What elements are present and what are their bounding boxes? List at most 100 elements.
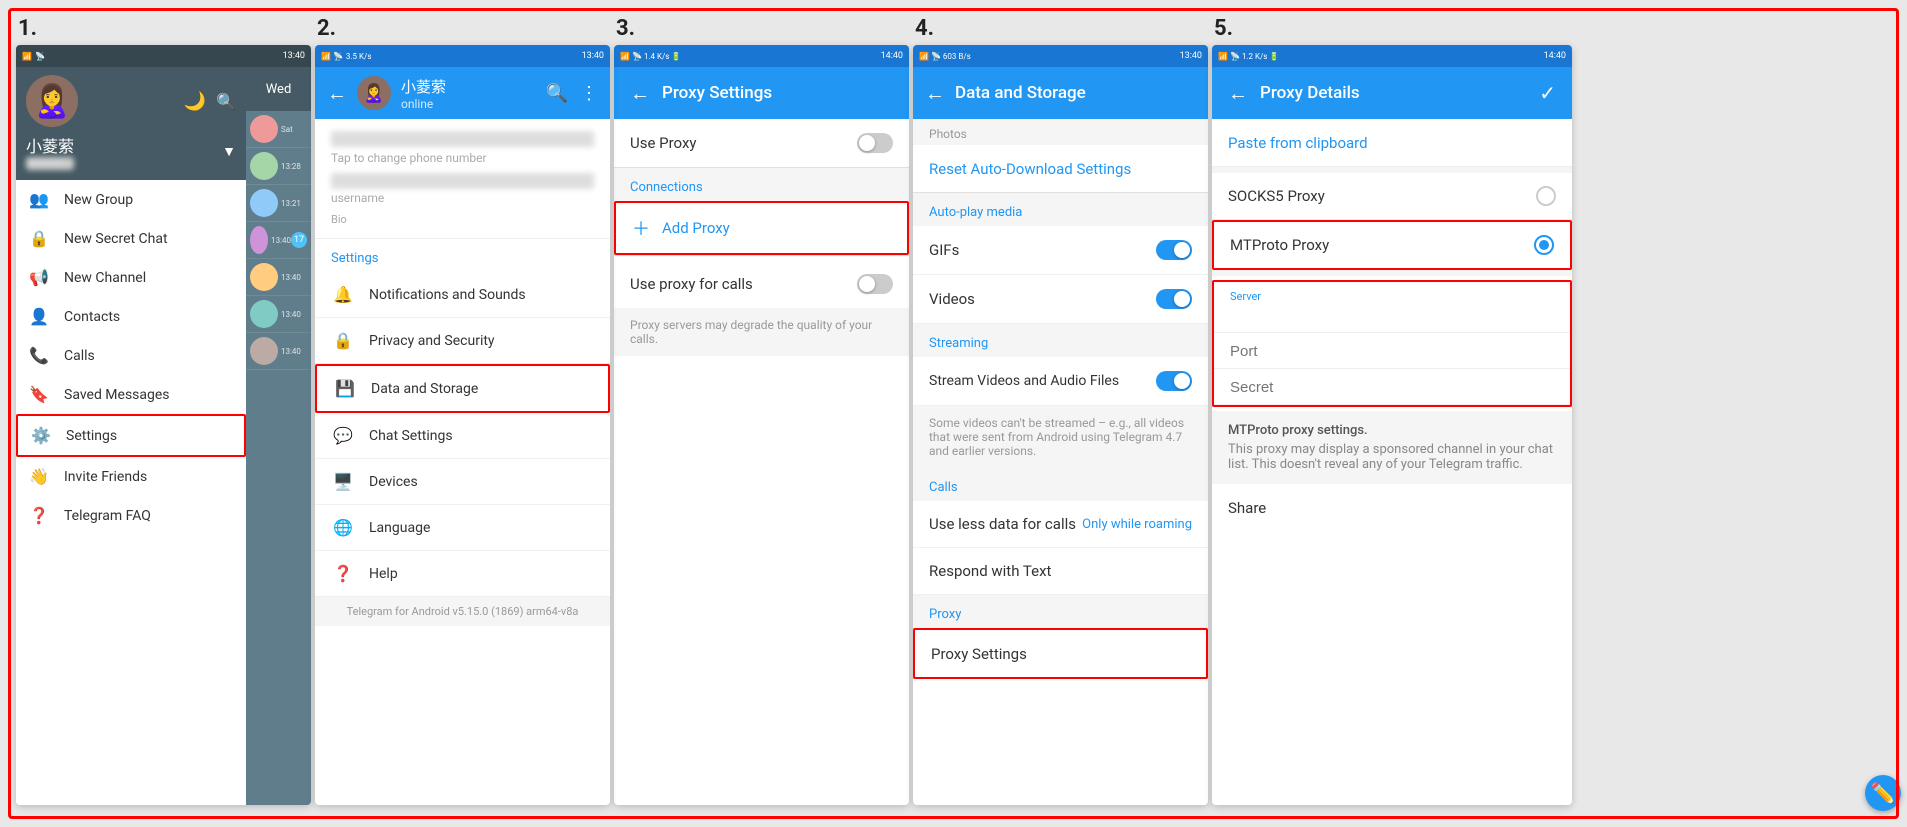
step-3-number: 3. — [614, 16, 909, 41]
secret-input-row — [1214, 369, 1570, 405]
proxy-settings-link[interactable]: Proxy Settings — [913, 628, 1208, 679]
time-4: 13:40 — [1180, 51, 1202, 61]
chat-avatar-3 — [250, 189, 278, 217]
settings-data-storage[interactable]: 💾 Data and Storage — [315, 364, 610, 413]
chat-list-item-5[interactable]: 13:40 — [246, 259, 311, 296]
signal-icons-1: 📶📡 — [22, 52, 45, 61]
chat-list-item-6[interactable]: 13:40 — [246, 296, 311, 333]
time-5: 14:40 — [1544, 51, 1566, 61]
search-icon-2[interactable]: 🔍 — [546, 83, 568, 104]
chat-list-item-7[interactable]: 13:40 — [246, 333, 311, 370]
proxy-details-title: Proxy Details — [1260, 83, 1527, 103]
settings-devices[interactable]: 🖥️ Devices — [315, 459, 610, 505]
settings-privacy[interactable]: 🔒 Privacy and Security — [315, 318, 610, 364]
reset-auto-download[interactable]: Reset Auto-Download Settings — [913, 145, 1208, 192]
socks5-proxy-row[interactable]: SOCKS5 Proxy — [1212, 173, 1572, 220]
header-title-block: 小菱萦 online — [401, 76, 536, 111]
socks5-radio[interactable] — [1536, 186, 1556, 206]
menu-item-secret-chat[interactable]: 🔒 New Secret Chat — [16, 219, 246, 258]
use-proxy-calls-toggle[interactable] — [857, 274, 893, 294]
stream-toggle[interactable] — [1156, 371, 1192, 391]
confirm-icon[interactable]: ✓ — [1539, 81, 1556, 105]
menu-item-invite[interactable]: 👋 Invite Friends — [16, 457, 246, 496]
username-display: •••••••• — [331, 173, 594, 189]
privacy-icon: 🔒 — [331, 331, 355, 350]
use-proxy-row: Use Proxy — [614, 119, 909, 167]
chat-avatar-7 — [250, 337, 278, 365]
user-phone: •••••••••• — [26, 157, 74, 170]
step-5-number: 5. — [1212, 16, 1572, 41]
help-icon: ❓ — [331, 564, 355, 583]
menu-item-settings[interactable]: ⚙️ Settings — [16, 414, 246, 457]
paste-from-clipboard[interactable]: Paste from clipboard — [1212, 119, 1572, 167]
contacts-icon: 👤 — [28, 307, 50, 326]
gifs-row: GIFs — [913, 226, 1208, 275]
signal-icons-2: 📶 📡 3.5 K/s — [321, 52, 371, 61]
menu-item-new-channel[interactable]: 📢 New Channel — [16, 258, 246, 297]
secret-input[interactable] — [1230, 379, 1554, 396]
gifs-label: GIFs — [929, 241, 959, 259]
dropdown-arrow-icon[interactable]: ▼ — [222, 143, 236, 160]
paste-link-text: Paste from clipboard — [1228, 134, 1368, 152]
proxy-section-label: Proxy — [913, 595, 1208, 628]
chat-list-item-4[interactable]: 13:40 17 — [246, 222, 311, 259]
chat-list-item-2[interactable]: 13:28 — [246, 148, 311, 185]
connections-label: Connections — [614, 168, 909, 201]
calls-section: Calls — [913, 468, 1208, 501]
settings-chat[interactable]: 💬 Chat Settings — [315, 413, 610, 459]
back-button-5[interactable]: ← — [1228, 81, 1248, 106]
settings-notifications[interactable]: 🔔 Notifications and Sounds — [315, 272, 610, 318]
menu-item-faq[interactable]: ❓ Telegram FAQ — [16, 496, 246, 535]
proxy-form: Server — [1212, 280, 1572, 407]
back-button[interactable]: ← — [327, 81, 347, 106]
more-icon[interactable]: ⋮ — [580, 83, 598, 104]
screen2-header: ← 🙎‍♀️ 小菱萦 online 🔍 ⋮ — [315, 67, 610, 119]
moon-icon[interactable]: 🌙 — [184, 91, 206, 112]
add-proxy-button[interactable]: ＋ Add Proxy — [614, 201, 909, 255]
chat-list-side: Wed Sat 13:28 — [246, 67, 311, 805]
back-button-3[interactable]: ← — [630, 81, 650, 106]
step-5-wrapper: 5. 📶 📡 1.2 K/s 🔋 14:40 ← Proxy Details ✓… — [1212, 16, 1572, 811]
settings-help[interactable]: ❓ Help — [315, 551, 610, 597]
menu-item-saved[interactable]: 🔖 Saved Messages — [16, 375, 246, 414]
screen4-header: ← Data and Storage — [913, 67, 1208, 119]
use-proxy-calls-row: Use proxy for calls — [614, 260, 909, 308]
screen1-menu: 🙎‍♀️ 🌙 🔍 小菱萦 •••••••••• — [16, 67, 246, 805]
respond-label: Respond with Text — [929, 562, 1051, 580]
phone-change-hint: Tap to change phone number — [331, 151, 594, 165]
videos-toggle[interactable] — [1156, 289, 1192, 309]
server-label: Server — [1230, 290, 1554, 303]
header-status: online — [401, 97, 536, 111]
use-proxy-toggle[interactable] — [857, 133, 893, 153]
step-1-number: 1. — [16, 16, 311, 41]
step-4-wrapper: 4. 📶 📡 603 B/s 13:40 ← Data and Storage … — [913, 16, 1208, 811]
port-input[interactable] — [1230, 343, 1554, 360]
search-icon[interactable]: 🔍 — [216, 92, 236, 111]
roaming-label: Only while roaming — [1082, 517, 1192, 532]
chat-header-label: Wed — [266, 82, 292, 97]
settings-language[interactable]: 🌐 Language — [315, 505, 610, 551]
chat-list-item-3[interactable]: 13:21 — [246, 185, 311, 222]
socks5-label: SOCKS5 Proxy — [1228, 187, 1325, 205]
status-bar-5: 📶 📡 1.2 K/s 🔋 14:40 — [1212, 45, 1572, 67]
gifs-toggle[interactable] — [1156, 240, 1192, 260]
group-icon: 👥 — [28, 190, 50, 209]
screen1-content: 🙎‍♀️ 🌙 🔍 小菱萦 •••••••••• — [16, 67, 311, 805]
mtproto-proxy-row[interactable]: MTProto Proxy — [1212, 220, 1572, 270]
screen1-header: 🙎‍♀️ 🌙 🔍 小菱萦 •••••••••• — [16, 67, 246, 180]
notifications-icon: 🔔 — [331, 285, 355, 304]
menu-item-new-group[interactable]: 👥 New Group — [16, 180, 246, 219]
mtproto-radio[interactable] — [1534, 235, 1554, 255]
status-bar-4: 📶 📡 603 B/s 13:40 — [913, 45, 1208, 67]
mtproto-note-title: MTProto proxy settings. — [1228, 423, 1556, 438]
bio-label: Bio — [331, 213, 594, 226]
chat-avatar-2 — [250, 152, 278, 180]
menu-item-calls[interactable]: 📞 Calls — [16, 336, 246, 375]
back-button-4[interactable]: ← — [925, 81, 945, 106]
server-input[interactable] — [1230, 307, 1554, 324]
menu-item-contacts[interactable]: 👤 Contacts — [16, 297, 246, 336]
lock-icon: 🔒 — [28, 229, 50, 248]
chat-list-item-1[interactable]: Sat — [246, 111, 311, 148]
autoplay-section: Auto-play media — [913, 193, 1208, 226]
share-button[interactable]: Share — [1212, 484, 1572, 531]
